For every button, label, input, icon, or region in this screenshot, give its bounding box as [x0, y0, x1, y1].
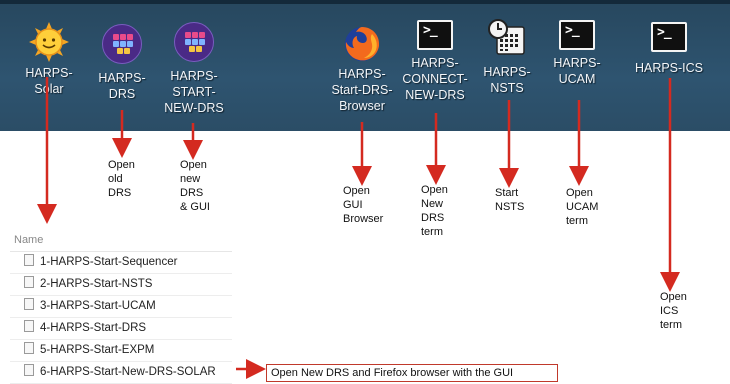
callout-box: Open New DRS and Firefox browser with th… — [266, 364, 558, 382]
annotation-open-ics-term: Open ICS term — [660, 291, 687, 331]
list-item[interactable]: 3-HARPS-Start-UCAM — [10, 296, 232, 318]
list-item[interactable]: 5-HARPS-Start-EXPM — [10, 340, 232, 362]
file-name: 3-HARPS-Start-UCAM — [40, 300, 156, 312]
desktop-icon-harps-ics[interactable]: >_ HARPS-ICS — [624, 22, 714, 76]
annotation-open-new-drs-term: Open New DRS term — [421, 184, 448, 238]
file-icon — [24, 254, 34, 266]
file-icon — [24, 276, 34, 288]
sun-icon — [29, 22, 69, 62]
list-item[interactable]: 2-HARPS-Start-NSTS — [10, 274, 232, 296]
drs-app-icon — [174, 22, 214, 62]
terminal-icon: >_ — [649, 22, 689, 62]
file-icon — [24, 342, 34, 354]
file-icon — [24, 364, 34, 376]
file-name: 1-HARPS-Start-Sequencer — [40, 256, 178, 268]
annotation-open-gui-browser: Open GUI Browser — [343, 185, 384, 225]
annotation-start-nsts: Start NSTS — [495, 187, 525, 213]
file-list: Name 1-HARPS-Start-Sequencer 2-HARPS-Sta… — [10, 229, 232, 384]
desktop-icon-harps-ucam[interactable]: >_ HARPS- UCAM — [532, 20, 622, 87]
file-name: 4-HARPS-Start-DRS — [40, 322, 147, 334]
file-name: 2-HARPS-Start-NSTS — [40, 278, 153, 290]
drs-app-icon — [102, 24, 142, 64]
annotation-open-ucam-term: Open UCAM term — [566, 187, 599, 227]
annotation-open-old-drs: Open old DRS — [108, 159, 135, 199]
list-item[interactable]: 4-HARPS-Start-DRS — [10, 318, 232, 340]
file-icon — [24, 298, 34, 310]
top-bar — [0, 0, 730, 4]
desktop-icon-harps-start-new-drs[interactable]: HARPS- START- NEW-DRS — [149, 22, 239, 116]
terminal-icon: >_ — [557, 20, 597, 60]
annotation-open-new-drs-gui: Open new DRS & GUI — [180, 159, 210, 213]
list-item[interactable]: 6-HARPS-Start-New-DRS-SOLAR — [10, 362, 232, 384]
terminal-icon: >_ — [415, 20, 455, 60]
firefox-icon — [342, 24, 382, 64]
file-name: 5-HARPS-Start-EXPM — [40, 344, 155, 356]
file-name: 6-HARPS-Start-New-DRS-SOLAR — [40, 366, 216, 378]
desktop-panel: HARPS- Solar HARPS- DRS HARPS- START- NE… — [0, 0, 730, 131]
desktop-icon-label: HARPS- START- NEW-DRS — [164, 69, 224, 115]
file-icon — [24, 320, 34, 332]
desktop-icon-label: HARPS-ICS — [634, 61, 704, 75]
clock-calendar-icon — [487, 18, 527, 58]
column-header-name[interactable]: Name — [10, 229, 232, 252]
list-item[interactable]: 1-HARPS-Start-Sequencer — [10, 252, 232, 274]
